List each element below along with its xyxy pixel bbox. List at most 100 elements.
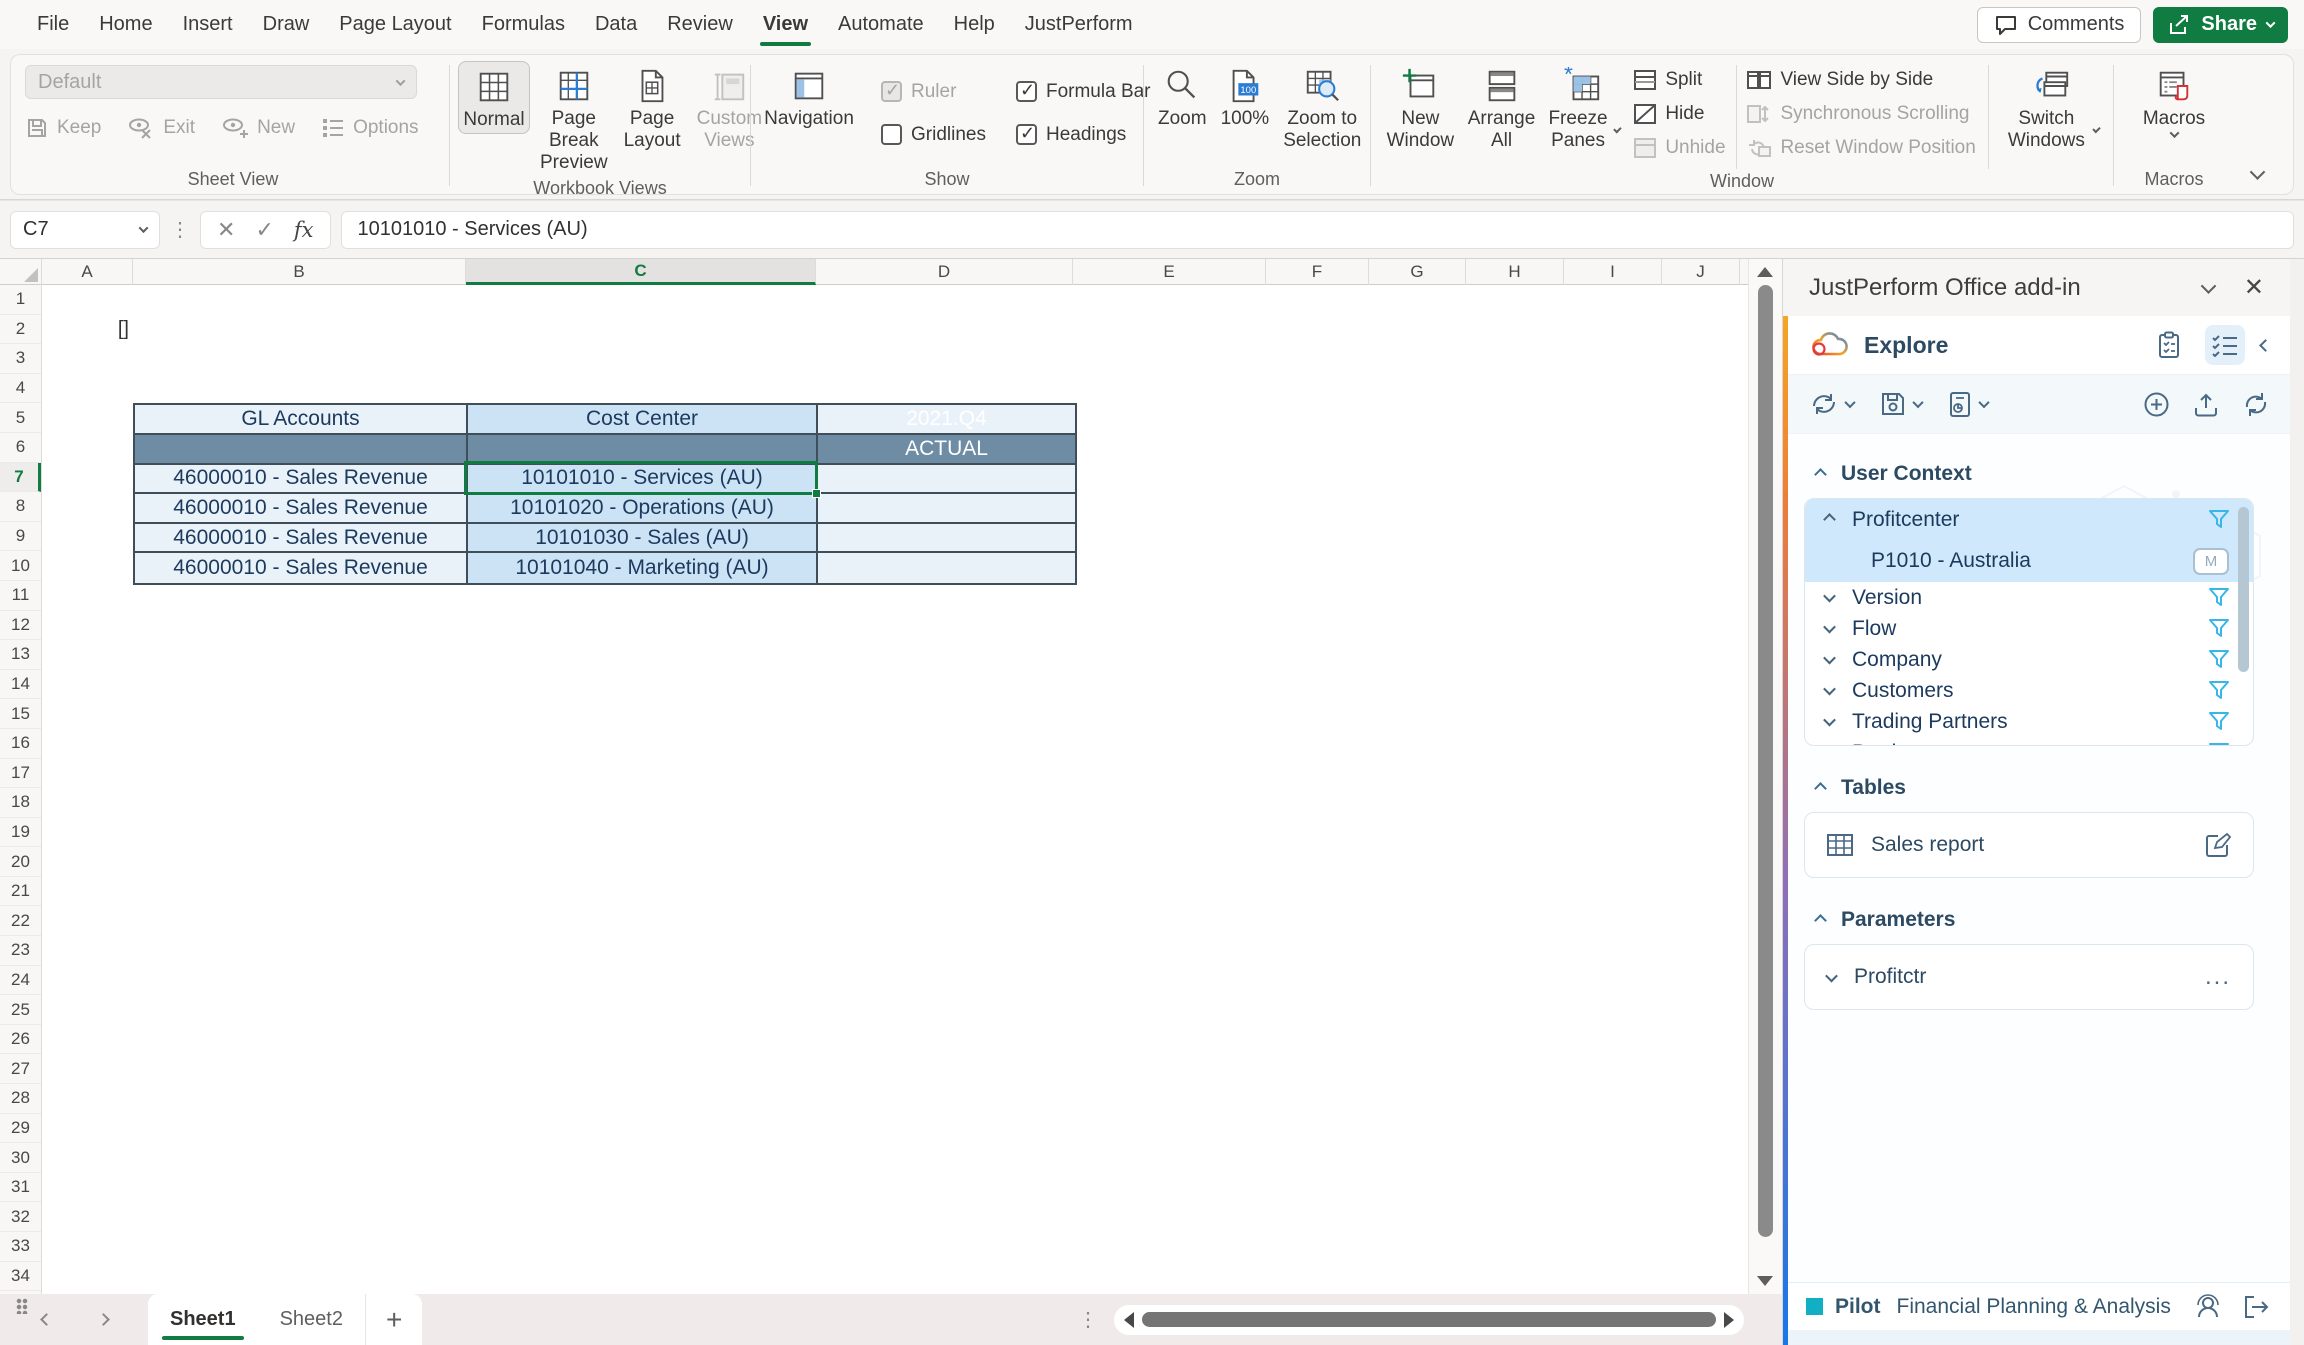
edit-icon[interactable] [2205,832,2231,858]
parameters-heading[interactable]: Parameters [1788,908,2290,932]
formula-bar-checkbox[interactable]: Formula Bar [1016,75,1151,108]
context-item-flow[interactable]: Flow [1805,613,2253,644]
context-item-products[interactable]: Products [1805,737,2253,746]
chevron-down-icon[interactable] [1912,397,1923,408]
menu-draw[interactable]: Draw [248,0,325,49]
chevron-up-icon[interactable] [1823,513,1836,526]
cancel-icon[interactable]: ✕ [217,217,235,243]
cell-B8[interactable]: 46000010 - Sales Revenue [135,494,468,524]
expand-icon[interactable] [1825,969,1838,982]
col-header-J[interactable]: J [1662,259,1740,285]
page-break-preview-button[interactable]: Page Break Preview [534,61,614,176]
tab-sheet1[interactable]: Sheet1 [148,1294,258,1345]
horizontal-scrollbar[interactable] [1114,1305,1744,1335]
menu-home[interactable]: Home [84,0,167,49]
switch-windows-button[interactable]: Switch Windows [1999,61,2105,154]
more-options-icon[interactable]: ⋮ [1078,1315,1098,1325]
cell-D5[interactable]: 2021.Q4 [818,405,1075,435]
context-item-company[interactable]: Company [1805,644,2253,675]
col-header-F[interactable]: F [1266,259,1369,285]
row-header-24[interactable]: 24 [0,966,41,996]
row-header-22[interactable]: 22 [0,906,41,936]
row-header-15[interactable]: 15 [0,699,41,729]
context-item-customers[interactable]: Customers [1805,675,2253,706]
row-header-31[interactable]: 31 [0,1173,41,1203]
split-button[interactable]: Split [1633,63,1725,97]
recycle-icon[interactable] [2242,391,2270,418]
cell-B9[interactable]: 46000010 - Sales Revenue [135,524,468,554]
row-header-25[interactable]: 25 [0,995,41,1025]
filter-funnel-icon[interactable] [2207,508,2231,532]
insert-function-icon[interactable]: fx [294,218,314,242]
row-header-7[interactable]: 7 [0,463,41,493]
grid-body[interactable]: 1234567891011121314151617181920212223242… [0,285,1748,1294]
formula-bar-grip[interactable]: ⋮ [170,225,190,235]
cell-D6[interactable]: ACTUAL [818,435,1075,465]
fill-handle[interactable] [812,489,821,498]
menu-justperform[interactable]: JustPerform [1010,0,1148,49]
context-item-version[interactable]: Version [1805,582,2253,613]
row-header-13[interactable]: 13 [0,640,41,670]
tables-heading[interactable]: Tables [1788,776,2290,800]
chevron-down-icon[interactable] [1823,683,1836,696]
add-sheet-button[interactable]: + [366,1294,422,1345]
row-header-33[interactable]: 33 [0,1232,41,1262]
new-window-button[interactable]: New Window [1379,61,1462,154]
row-header-18[interactable]: 18 [0,788,41,818]
cell-A2[interactable]: [] [42,315,133,345]
cell-B6[interactable] [135,435,468,465]
support-icon[interactable] [2194,1293,2222,1321]
exit-view-button[interactable]: Exit [127,111,195,145]
row-header-32[interactable]: 32 [0,1202,41,1232]
chevron-down-icon[interactable] [1823,745,1836,746]
cell-B10[interactable]: 46000010 - Sales Revenue [135,553,468,583]
panel-close-icon[interactable]: ✕ [2244,273,2264,302]
menu-review[interactable]: Review [652,0,748,49]
menu-data[interactable]: Data [580,0,652,49]
chevron-down-icon[interactable] [1844,397,1855,408]
report-icon[interactable] [1948,391,1972,418]
row-header-12[interactable]: 12 [0,611,41,641]
comments-button[interactable]: Comments [1977,7,2142,43]
cell-D10[interactable] [818,553,1075,583]
row-header-16[interactable]: 16 [0,729,41,759]
chevron-down-icon[interactable] [1823,590,1836,603]
filter-funnel-icon[interactable] [2207,741,2231,747]
row-header-5[interactable]: 5 [0,403,41,433]
cell-B5[interactable]: GL Accounts [135,405,468,435]
vertical-scrollbar[interactable] [1748,259,1782,1294]
cell-D8[interactable] [818,494,1075,524]
chevron-down-icon[interactable] [1823,652,1836,665]
col-header-B[interactable]: B [133,259,466,285]
menu-insert[interactable]: Insert [168,0,248,49]
macros-button[interactable]: Macros [2128,61,2220,140]
filter-funnel-icon[interactable] [2207,679,2231,703]
col-header-H[interactable]: H [1466,259,1564,285]
filter-funnel-icon[interactable] [2207,648,2231,672]
chevron-down-icon[interactable] [1978,397,1989,408]
cell-C8[interactable]: 10101020 - Operations (AU) [468,494,818,524]
row-header-17[interactable]: 17 [0,759,41,789]
logout-icon[interactable] [2242,1294,2270,1320]
row-header-14[interactable]: 14 [0,670,41,700]
arrange-all-button[interactable]: Arrange All [1462,61,1542,154]
col-header-D[interactable]: D [816,259,1073,285]
clipboard-icon[interactable] [2149,325,2189,365]
more-options-icon[interactable]: ... [2205,972,2231,982]
scroll-down-icon[interactable] [1757,1276,1773,1286]
row-header-8[interactable]: 8 [0,492,41,522]
menu-page-layout[interactable]: Page Layout [324,0,466,49]
synchronous-scrolling-button[interactable]: Synchronous Scrolling [1746,97,1975,131]
row-header-4[interactable]: 4 [0,374,41,404]
zoom-to-selection-button[interactable]: Zoom to Selection [1277,61,1367,154]
cell-D7[interactable] [818,465,1075,495]
sheet-view-dropdown[interactable]: Default [25,65,417,99]
zoom-button[interactable]: Zoom [1152,61,1213,132]
scroll-up-icon[interactable] [1757,267,1773,277]
chevron-down-icon[interactable] [1823,621,1836,634]
menu-automate[interactable]: Automate [823,0,939,49]
cell-C10[interactable]: 10101040 - Marketing (AU) [468,553,818,583]
context-scroll-thumb[interactable] [2238,507,2249,672]
share-button[interactable]: Share [2153,7,2288,43]
row-header-30[interactable]: 30 [0,1143,41,1173]
